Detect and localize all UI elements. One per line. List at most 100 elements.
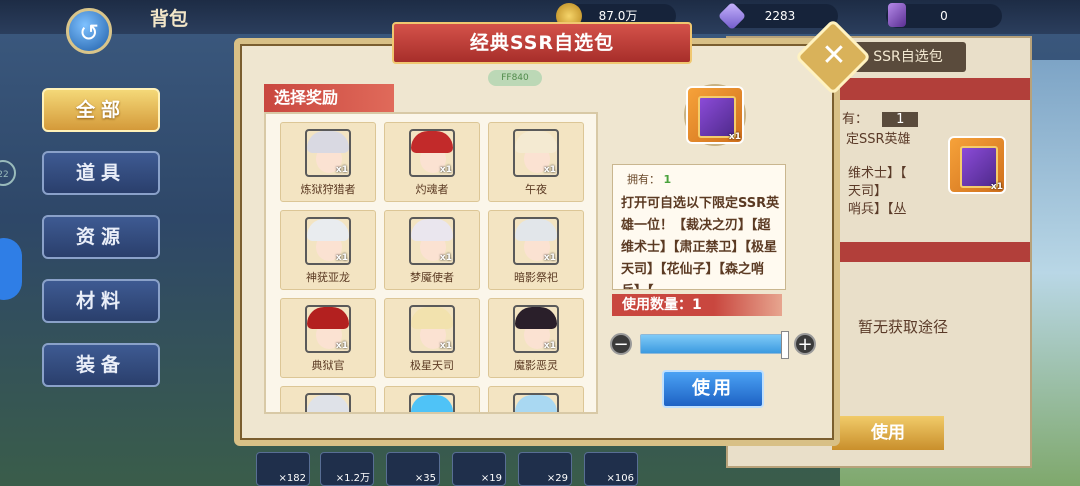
category-resources[interactable]: 资源 — [42, 215, 160, 259]
bottom-item-count: ×106 — [606, 473, 634, 484]
category-all[interactable]: 全部 — [42, 88, 160, 132]
hero-name: 灼魂者 — [415, 183, 449, 196]
bg-panel-band — [840, 78, 1030, 100]
hero-portrait — [305, 393, 351, 412]
portrait-hair — [515, 219, 557, 241]
hero-portrait — [513, 393, 559, 412]
select-reward-label: 选择奖励 — [264, 84, 394, 112]
bottom-item-count: ×19 — [480, 473, 502, 484]
hero-qty: x1 — [335, 165, 348, 175]
mini-pill: FF840 — [488, 70, 542, 86]
category-equipment[interactable]: 装备 — [42, 343, 160, 387]
hero-card[interactable]: x1 午夜 — [488, 122, 584, 202]
slider-handle[interactable] — [781, 331, 789, 359]
hero-card[interactable]: x1 典狱官 — [280, 298, 376, 378]
hero-card[interactable]: x1 炼狱狩猎者 — [280, 122, 376, 202]
hero-name: 神莸亚龙 — [306, 271, 350, 284]
bottom-item-count: ×29 — [546, 473, 568, 484]
hero-name: 梦魇使者 — [410, 271, 454, 284]
hero-portrait: x1 — [513, 217, 559, 265]
bottom-item[interactable]: ×19 — [452, 452, 506, 486]
hero-name: 魔影恶灵 — [514, 359, 558, 372]
slider-fill — [641, 335, 787, 353]
portrait-hair — [307, 307, 349, 329]
crystal-value: 0 — [940, 9, 948, 23]
crystal-icon — [888, 3, 906, 27]
hero-card[interactable]: x1 神莸亚龙 — [280, 210, 376, 290]
hero-qty: x1 — [439, 253, 452, 263]
hero-portrait: x1 — [305, 305, 351, 353]
hero-card[interactable]: x1 魔影恶灵 — [488, 298, 584, 378]
hero-qty: x1 — [439, 341, 452, 351]
portrait-hair — [515, 131, 557, 153]
own-value: 1 — [663, 173, 672, 186]
decrease-button[interactable]: − — [610, 333, 632, 355]
hero-name: 午夜 — [525, 183, 547, 196]
portrait-hair — [307, 395, 349, 412]
description-box[interactable]: 拥有： 1 打开可自选以下限定SSR英雄一位！【裁决之刃】【超维术士】【肃正禁卫… — [612, 164, 786, 290]
hero-card[interactable] — [488, 386, 584, 412]
portrait-hair — [307, 219, 349, 241]
portrait-hair — [515, 395, 557, 412]
hero-portrait — [409, 393, 455, 412]
portrait-hair — [307, 131, 349, 153]
bg-use-button[interactable]: 使用 — [832, 416, 944, 450]
bg-desc-line2: 维术士】【 — [848, 166, 907, 181]
bg-own-label: 有： — [842, 112, 869, 127]
own-label: 拥有： — [627, 173, 660, 186]
category-materials[interactable]: 材料 — [42, 279, 160, 323]
bg-acquire-text: 暂无获取途径 — [858, 318, 949, 336]
item-qty: x1 — [728, 132, 741, 142]
close-icon[interactable]: ✕ — [814, 36, 854, 76]
hero-portrait: x1 — [305, 129, 351, 177]
bg-panel-band2 — [840, 242, 1030, 262]
hero-qty: x1 — [543, 165, 556, 175]
hero-qty: x1 — [439, 165, 452, 175]
hero-grid[interactable]: x1 炼狱狩猎者 x1 灼魂者 x1 午夜 x1 神莸亚龙 x1 梦魇使者 x1… — [264, 112, 598, 414]
hero-portrait: x1 — [305, 217, 351, 265]
bg-desc-line3: 天司】 — [848, 184, 888, 199]
modal-title: 经典SSR自选包 — [392, 22, 692, 64]
pack-description: 打开可自选以下限定SSR英雄一位！【裁决之刃】【超维术士】【肃正禁卫】【极星天司… — [621, 196, 780, 289]
bg-item-qty: x1 — [990, 182, 1003, 192]
hero-qty: x1 — [543, 341, 556, 351]
hero-card[interactable]: x1 暗影祭祀 — [488, 210, 584, 290]
bottom-item[interactable]: ×106 — [584, 452, 638, 486]
side-float-button[interactable] — [0, 238, 22, 300]
hero-name: 暗影祭祀 — [514, 271, 558, 284]
quantity-slider[interactable] — [640, 331, 789, 359]
hero-card[interactable]: x1 梦魇使者 — [384, 210, 480, 290]
bottom-item[interactable]: ×1.2万 — [320, 452, 374, 486]
bottom-item[interactable]: ×182 — [256, 452, 310, 486]
bg-desc-line4: 哨兵】【丛 — [848, 202, 907, 217]
page-title: 背包 — [150, 8, 189, 30]
portrait-hair — [411, 395, 453, 412]
hero-card[interactable]: x1 极星天司 — [384, 298, 480, 378]
increase-button[interactable]: + — [794, 333, 816, 355]
gold-value: 87.0万 — [598, 9, 638, 23]
bottom-item-count: ×35 — [414, 473, 436, 484]
crystal-counter: 0 — [886, 3, 1002, 28]
bg-own-value: 1 — [882, 112, 919, 127]
hero-name: 极星天司 — [410, 359, 454, 372]
bg-item-icon: x1 — [948, 136, 1006, 194]
hero-portrait: x1 — [409, 129, 455, 177]
hero-card[interactable] — [280, 386, 376, 412]
quantity-label: 使用数量：1 — [612, 294, 782, 316]
category-items[interactable]: 道具 — [42, 151, 160, 195]
own-count: 拥有： 1 — [627, 171, 671, 187]
portrait-hair — [411, 131, 453, 153]
back-button[interactable]: ↺ — [66, 8, 112, 54]
use-button[interactable]: 使用 — [662, 370, 764, 408]
hero-qty: x1 — [335, 341, 348, 351]
bottom-item-count: ×182 — [278, 473, 306, 484]
back-arrow-icon: ↺ — [78, 19, 100, 47]
bottom-item[interactable]: ×35 — [386, 452, 440, 486]
bottom-item-count: ×1.2万 — [335, 473, 370, 484]
hero-name: 炼狱狩猎者 — [300, 183, 356, 196]
hero-card[interactable]: x1 灼魂者 — [384, 122, 480, 202]
diamond-value: 2283 — [764, 9, 796, 23]
bottom-item[interactable]: ×29 — [518, 452, 572, 486]
bg-own-row: 有： 1 — [842, 108, 919, 127]
hero-card[interactable] — [384, 386, 480, 412]
